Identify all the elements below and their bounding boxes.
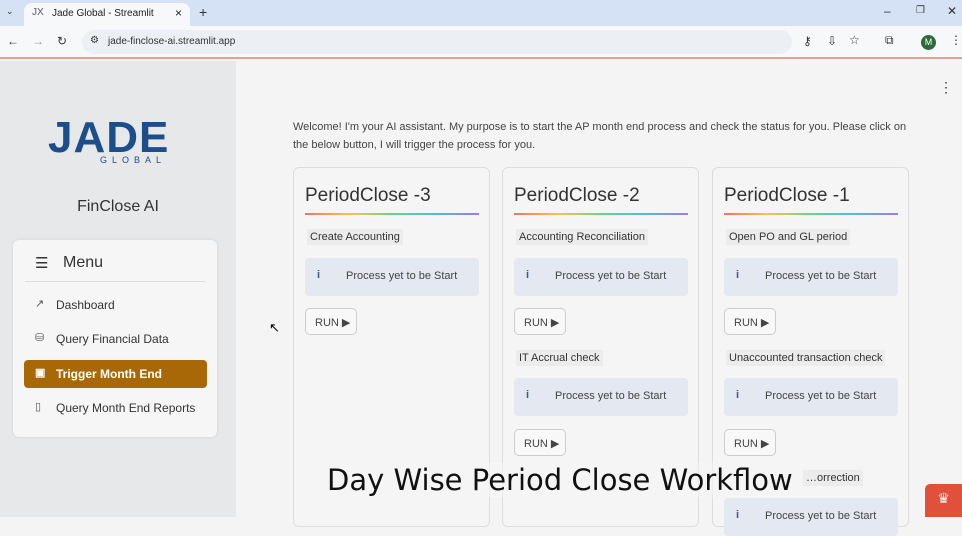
status-info: i Process yet to be Start: [514, 258, 688, 296]
info-icon: i: [526, 269, 530, 281]
status-text: Process yet to be Start: [765, 510, 877, 522]
jade-logo-sub: GLOBAL: [100, 155, 167, 165]
card-title: PeriodClose -3: [305, 185, 431, 206]
status-info: i Process yet to be Start: [305, 258, 479, 296]
info-icon: i: [526, 389, 530, 401]
address-bar: ← → ↻ ⚙ jade-finclose-ai.streamlit.app ⚷ …: [0, 26, 962, 59]
video-caption: Day Wise Period Close Workflow: [327, 463, 793, 497]
status-text: Process yet to be Start: [555, 270, 667, 282]
info-icon: i: [736, 389, 740, 401]
title-divider: [514, 213, 688, 215]
step-label: …orrection: [803, 470, 863, 486]
minimize-icon[interactable]: –: [884, 4, 891, 18]
menu-panel: ☰ Menu ↗ Dashboard ⛁ Query Financial Data ▣…: [13, 240, 217, 437]
card-title: PeriodClose -2: [514, 185, 640, 206]
chart-line-icon: ↗: [35, 298, 45, 310]
database-icon: ⛁: [35, 332, 45, 344]
title-divider: [724, 213, 898, 215]
close-window-icon[interactable]: ✕: [947, 4, 957, 18]
back-icon[interactable]: ←: [7, 34, 19, 48]
step-label: Accounting Reconciliation: [516, 229, 648, 245]
main-content: ⋮ Welcome! I'm your AI assistant. My pur…: [236, 61, 962, 536]
status-text: Process yet to be Start: [765, 270, 877, 282]
bookmark-star-icon[interactable]: ☆: [849, 33, 860, 47]
step-label: Unaccounted transaction check: [726, 350, 886, 366]
status-info: i Process yet to be Start: [724, 498, 898, 536]
forward-icon[interactable]: →: [32, 34, 44, 48]
status-info: i Process yet to be Start: [514, 378, 688, 416]
run-button[interactable]: RUN ▶: [514, 308, 566, 335]
run-button[interactable]: RUN ▶: [305, 308, 357, 335]
title-divider: [305, 213, 479, 215]
sidebar-item-dashboard[interactable]: ↗ Dashboard: [24, 291, 207, 319]
hamburger-icon: ☰: [35, 255, 49, 272]
sidebar-item-label: Query Financial Data: [56, 332, 169, 346]
streamlit-crown-icon[interactable]: ♛: [925, 484, 962, 517]
url-field[interactable]: ⚙ jade-finclose-ai.streamlit.app: [82, 30, 792, 54]
sidebar-item-label: Trigger Month End: [56, 367, 162, 381]
status-text: Process yet to be Start: [346, 270, 458, 282]
menu-title: Menu: [63, 254, 104, 271]
sidebar-item-trigger-month-end[interactable]: ▣ Trigger Month End: [24, 360, 207, 388]
tab-list-icon[interactable]: ⌄: [6, 6, 14, 17]
info-icon: i: [736, 509, 740, 521]
url-text: jade-finclose-ai.streamlit.app: [108, 36, 236, 47]
status-text: Process yet to be Start: [555, 390, 667, 402]
document-icon: ▯: [35, 401, 42, 413]
sidebar-item-query-month-end-reports[interactable]: ▯ Query Month End Reports: [24, 394, 207, 422]
status-text: Process yet to be Start: [765, 390, 877, 402]
restore-icon[interactable]: ❐: [916, 5, 925, 16]
sidebar: JADE GLOBAL FinClose AI ☰ Menu ↗ Dashboard…: [0, 61, 236, 517]
install-app-icon[interactable]: ⇩: [827, 34, 837, 48]
tab-bar: ⌄ JX Jade Global - Streamlit × + – ❐ ✕: [0, 0, 962, 26]
run-button[interactable]: RUN ▶: [514, 429, 566, 456]
sidebar-item-label: Query Month End Reports: [56, 401, 196, 415]
password-key-icon[interactable]: ⚷: [803, 34, 812, 48]
site-settings-icon[interactable]: ⚙: [90, 35, 99, 46]
menu-header[interactable]: ☰ Menu: [25, 254, 205, 282]
mouse-cursor-icon: ↖: [269, 320, 280, 335]
welcome-text: Welcome! I'm your AI assistant. My purpo…: [293, 121, 907, 151]
info-icon: i: [736, 269, 740, 281]
browser-menu-icon[interactable]: ⋮: [950, 33, 962, 47]
run-button[interactable]: RUN ▶: [724, 429, 776, 456]
info-icon: i: [317, 269, 321, 281]
browser-tab[interactable]: JX Jade Global - Streamlit ×: [24, 3, 190, 26]
step-label: IT Accrual check: [516, 350, 603, 366]
extensions-icon[interactable]: ⧉: [885, 33, 894, 48]
jade-favicon-icon: JX: [32, 7, 44, 18]
app-name: FinClose AI: [77, 198, 159, 215]
app-menu-icon[interactable]: ⋮: [939, 79, 953, 96]
step-label: Create Accounting: [307, 229, 403, 245]
new-tab-icon[interactable]: +: [199, 4, 207, 20]
card-title: PeriodClose -1: [724, 185, 850, 206]
status-info: i Process yet to be Start: [724, 378, 898, 416]
sidebar-item-query-financial-data[interactable]: ⛁ Query Financial Data: [24, 325, 207, 353]
status-info: i Process yet to be Start: [724, 258, 898, 296]
reload-icon[interactable]: ↻: [57, 34, 67, 48]
tab-title: Jade Global - Streamlit: [52, 8, 154, 19]
run-button[interactable]: RUN ▶: [724, 308, 776, 335]
step-label: Open PO and GL period: [726, 229, 851, 245]
sidebar-item-label: Dashboard: [56, 298, 115, 312]
inbox-icon: ▣: [35, 367, 46, 379]
profile-avatar[interactable]: M: [921, 35, 936, 50]
close-tab-icon[interactable]: ×: [175, 6, 182, 20]
